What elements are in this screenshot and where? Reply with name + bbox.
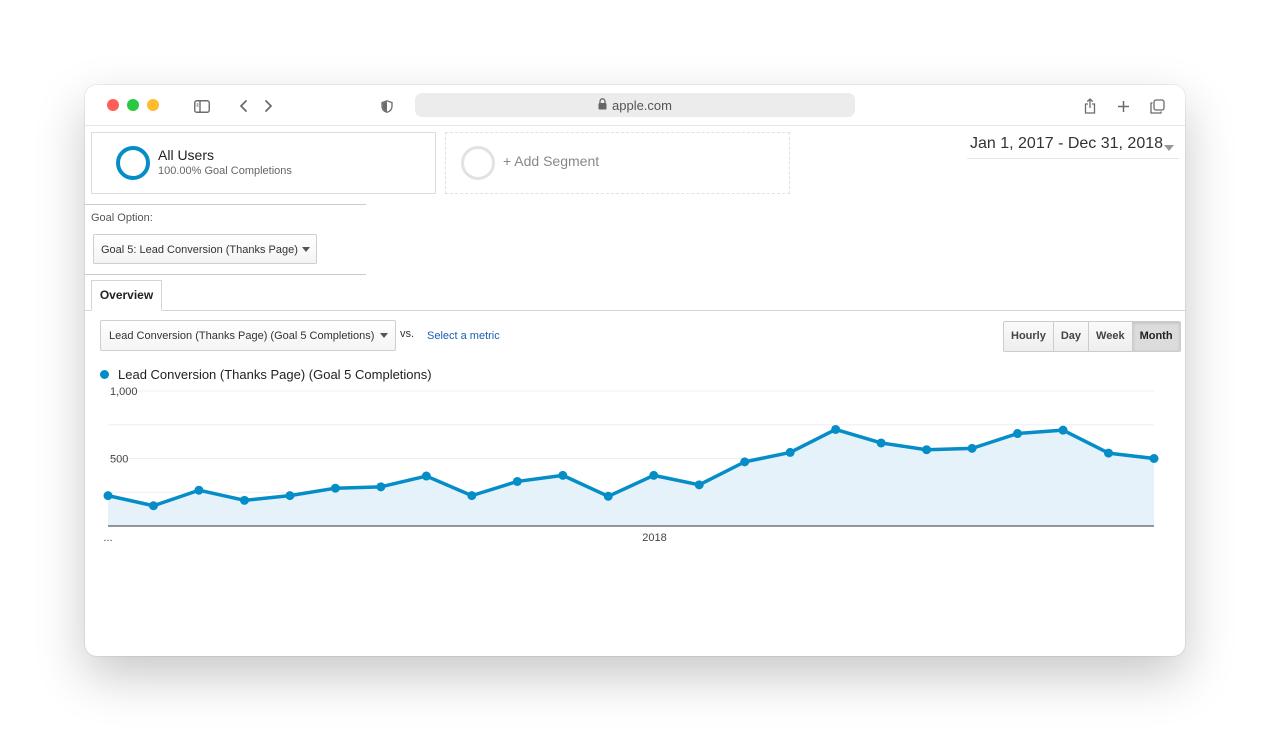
data-point — [103, 491, 113, 501]
data-point — [239, 495, 249, 505]
date-range-text: Jan 1, 2017 - Dec 31, 2018 — [970, 135, 1164, 152]
share-icon[interactable] — [1080, 96, 1100, 116]
segment-title: All Users — [158, 147, 215, 163]
chevron-down-icon — [380, 333, 388, 338]
granularity-day-button[interactable]: Day — [1052, 322, 1089, 351]
empty-segment-ring-icon — [461, 146, 495, 180]
granularity-month-button[interactable]: Month — [1131, 322, 1180, 351]
tab-overview-icon[interactable] — [1147, 96, 1167, 116]
lock-icon — [598, 97, 607, 113]
data-point — [421, 471, 431, 481]
data-point — [922, 445, 932, 455]
data-point — [694, 480, 704, 490]
address-bar[interactable]: apple.com — [415, 93, 855, 117]
data-point — [967, 443, 977, 453]
minimize-window-button[interactable] — [127, 99, 139, 111]
data-point — [649, 470, 659, 480]
data-point — [740, 457, 750, 467]
sidebar-toggle-icon[interactable] — [192, 96, 212, 116]
data-point — [1149, 454, 1159, 463]
new-tab-plus-icon[interactable] — [1113, 96, 1133, 116]
data-point — [467, 491, 477, 501]
segment-ring-icon — [116, 146, 150, 180]
url-text: apple.com — [612, 97, 672, 113]
metric-select[interactable]: Lead Conversion (Thanks Page) (Goal 5 Co… — [100, 320, 396, 351]
data-point — [194, 485, 204, 495]
add-segment-label: + Add Segment — [503, 153, 600, 169]
add-segment-button[interactable]: + Add Segment — [445, 132, 790, 194]
data-point — [1013, 429, 1023, 439]
data-point — [876, 438, 886, 448]
segment-all-users[interactable]: All Users 100.00% Goal Completions — [91, 132, 436, 194]
x-tick-label: ... — [103, 532, 112, 544]
divider — [85, 274, 366, 275]
browser-toolbar: apple.com — [85, 85, 1185, 126]
granularity-week-button[interactable]: Week — [1088, 322, 1132, 351]
tab-overview[interactable]: Overview — [91, 280, 162, 311]
back-chevron-icon[interactable] — [234, 96, 254, 116]
x-tick-label: 2018 — [642, 532, 666, 544]
goal-option-value: Goal 5: Lead Conversion (Thanks Page) — [101, 244, 298, 256]
data-point — [376, 482, 386, 492]
data-point — [285, 491, 295, 501]
date-range-picker[interactable]: Jan 1, 2017 - Dec 31, 2018 — [967, 135, 1179, 159]
divider — [85, 204, 366, 205]
data-point — [831, 424, 841, 434]
browser-window: apple.com All Users 100.00% Goal Complet… — [85, 85, 1185, 656]
data-point — [785, 447, 795, 457]
privacy-shield-icon[interactable] — [377, 96, 397, 116]
chevron-down-icon — [1164, 145, 1174, 151]
zoom-window-button[interactable] — [147, 99, 159, 111]
vs-label: vs. — [400, 328, 415, 340]
data-point — [1104, 448, 1114, 458]
granularity-toggle: Hourly Day Week Month — [1003, 321, 1181, 352]
line-chart: 1,000 500... 2018 — [103, 386, 1159, 544]
chevron-down-icon — [302, 247, 310, 252]
forward-chevron-icon[interactable] — [258, 96, 278, 116]
goal-option-label: Goal Option: — [91, 212, 153, 224]
close-window-button[interactable] — [107, 99, 119, 111]
y-tick-label: 1,000 — [110, 386, 138, 398]
segment-subtitle: 100.00% Goal Completions — [158, 165, 292, 177]
data-point — [148, 501, 158, 511]
data-point — [558, 470, 568, 480]
data-point — [1058, 425, 1068, 435]
tab-bar-line — [85, 310, 1185, 311]
y-tick-label: 500 — [110, 454, 128, 466]
analytics-page: All Users 100.00% Goal Completions + Add… — [85, 126, 1185, 656]
goal-option-select[interactable]: Goal 5: Lead Conversion (Thanks Page) — [93, 234, 317, 264]
granularity-hourly-button[interactable]: Hourly — [1004, 322, 1053, 351]
data-point — [330, 483, 340, 493]
data-point — [603, 491, 613, 501]
data-point — [512, 476, 522, 486]
series-area — [108, 429, 1154, 526]
select-metric-link[interactable]: Select a metric — [427, 330, 500, 342]
metric-select-value: Lead Conversion (Thanks Page) (Goal 5 Co… — [109, 330, 375, 342]
